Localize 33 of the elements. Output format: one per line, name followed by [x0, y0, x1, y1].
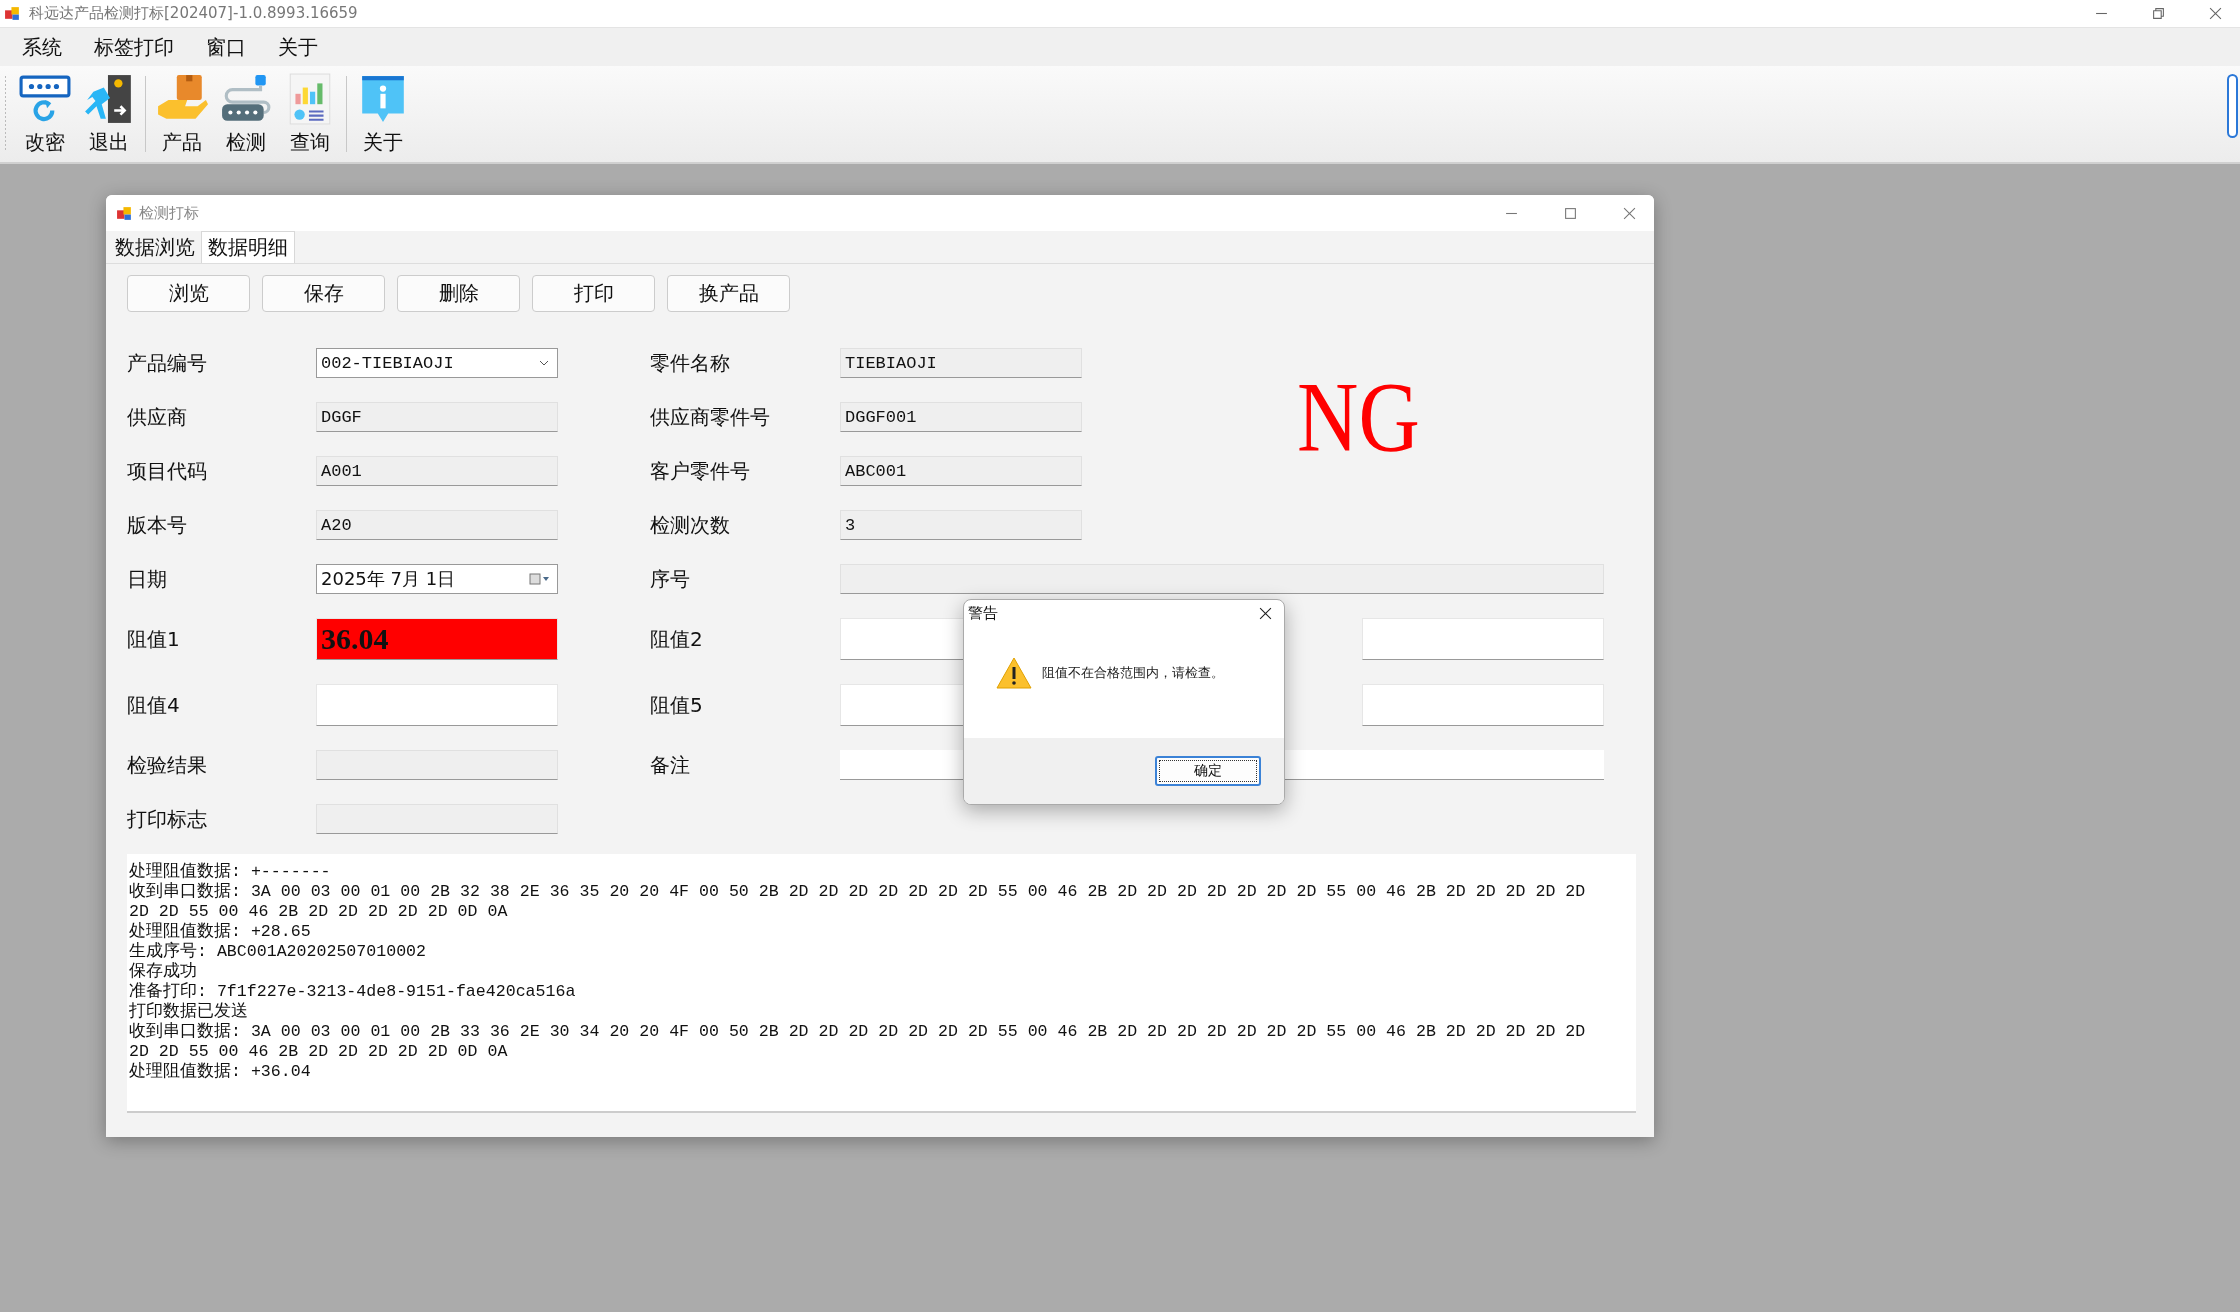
field-label: 阻值1 — [127, 625, 181, 653]
field-label: 检测次数 — [650, 511, 731, 539]
field-label: 供应商零件号 — [650, 403, 771, 431]
log-line: 打印数据已发送 — [129, 1002, 248, 1022]
log-line: 收到串口数据: 3A 00 03 00 01 00 2B 33 36 2E 30 34 20 20 4F 00 50 2B 2D 2D 2D 2D 2D 2D 2D 55 00 46 2B 2D 2D 2D 2D 2D 2D 2D 55 00 46 2B 2D 2D 2D 2D 2D — [129, 1022, 1586, 1042]
field-label: 产品编号 — [127, 349, 208, 377]
field-label: 阻值2 — [650, 625, 704, 653]
field-label: 打印标志 — [127, 805, 208, 833]
log-line: 保存成功 — [129, 962, 197, 982]
dialog-message: 阻值不在合格范围内，请检查。 — [1042, 663, 1224, 682]
field-label: 检验结果 — [127, 751, 208, 779]
log-line: 收到串口数据: 3A 00 03 00 01 00 2B 32 38 2E 36 35 20 20 4F 00 50 2B 2D 2D 2D 2D 2D 2D 2D 55 00 46 2B 2D 2D 2D 2D 2D 2D 2D 55 00 46 2B 2D 2D 2D 2D 2D — [129, 882, 1586, 902]
field-label: 阻值4 — [127, 691, 181, 719]
field-label: 备注 — [650, 751, 691, 779]
dialog-title: 警告 — [968, 604, 998, 623]
log-line: 2D 2D 55 00 46 2B 2D 2D 2D 2D 2D 0D 0A — [129, 902, 508, 922]
field-label: 序号 — [650, 565, 691, 593]
field-label: 日期 — [127, 565, 168, 593]
window-title: 科远达产品检测打标[202407]-1.0.8993.16659 — [29, 4, 358, 23]
log-line: 准备打印: 7f1f227e-3213-4de8-9151-fae420ca516a — [129, 982, 576, 1002]
log-line: 处理阻值数据: +36.04 — [129, 1062, 311, 1082]
field-label: 版本号 — [127, 511, 188, 539]
log-line: 生成序号: ABC001A20202507010002 — [129, 942, 427, 962]
result-text: NG — [1297, 367, 1420, 467]
window-title: 检测打标 — [139, 203, 199, 223]
log-line: 2D 2D 55 00 46 2B 2D 2D 2D 2D 2D 0D 0A — [129, 1042, 508, 1062]
log-line: 处理阻值数据: +28.65 — [129, 922, 311, 941]
field-label: 零件名称 — [650, 349, 731, 377]
field-label: 客户零件号 — [650, 457, 751, 485]
field-label: 阻值5 — [650, 691, 704, 719]
log-line: 处理阻值数据: +------- — [129, 862, 331, 882]
field-label: 项目代码 — [127, 457, 208, 485]
field-label: 供应商 — [127, 403, 188, 431]
